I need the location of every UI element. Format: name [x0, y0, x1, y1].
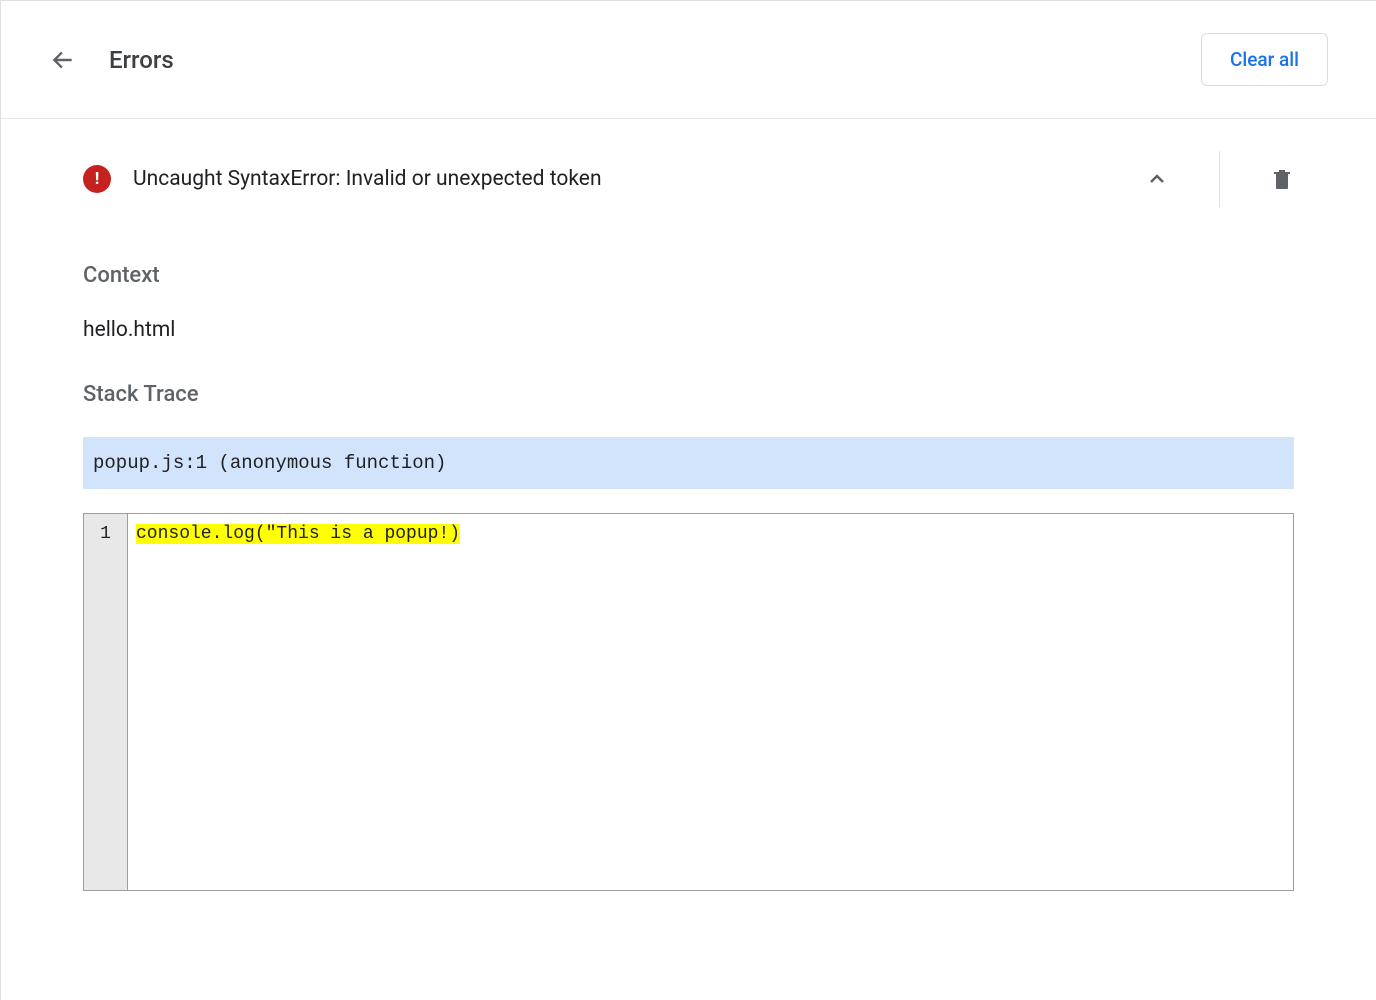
page-header: Errors Clear all [1, 1, 1376, 119]
code-content: console.log("This is a popup!) [128, 514, 1293, 890]
delete-trash-icon[interactable] [1268, 165, 1296, 193]
line-number: 1 [84, 522, 127, 546]
divider [1219, 151, 1220, 207]
back-arrow-icon[interactable] [49, 46, 77, 74]
error-entry: ! Uncaught SyntaxError: Invalid or unexp… [1, 119, 1376, 891]
stack-frame[interactable]: popup.js:1 (anonymous function) [83, 437, 1294, 489]
page-title: Errors [109, 46, 174, 74]
collapse-chevron-up-icon[interactable] [1143, 165, 1171, 193]
stack-trace-heading: Stack Trace [83, 382, 1294, 407]
error-header: ! Uncaught SyntaxError: Invalid or unexp… [1, 135, 1376, 227]
error-details: Context hello.html Stack Trace popup.js:… [1, 227, 1376, 891]
code-gutter: 1 [84, 514, 128, 890]
error-message: Uncaught SyntaxError: Invalid or unexpec… [133, 167, 602, 191]
clear-all-button[interactable]: Clear all [1201, 33, 1328, 86]
context-heading: Context [83, 263, 1294, 288]
error-icon: ! [83, 165, 111, 193]
code-line-highlighted: console.log("This is a popup!) [136, 524, 460, 544]
context-file: hello.html [83, 318, 1294, 342]
code-viewer: 1 console.log("This is a popup!) [83, 513, 1294, 891]
